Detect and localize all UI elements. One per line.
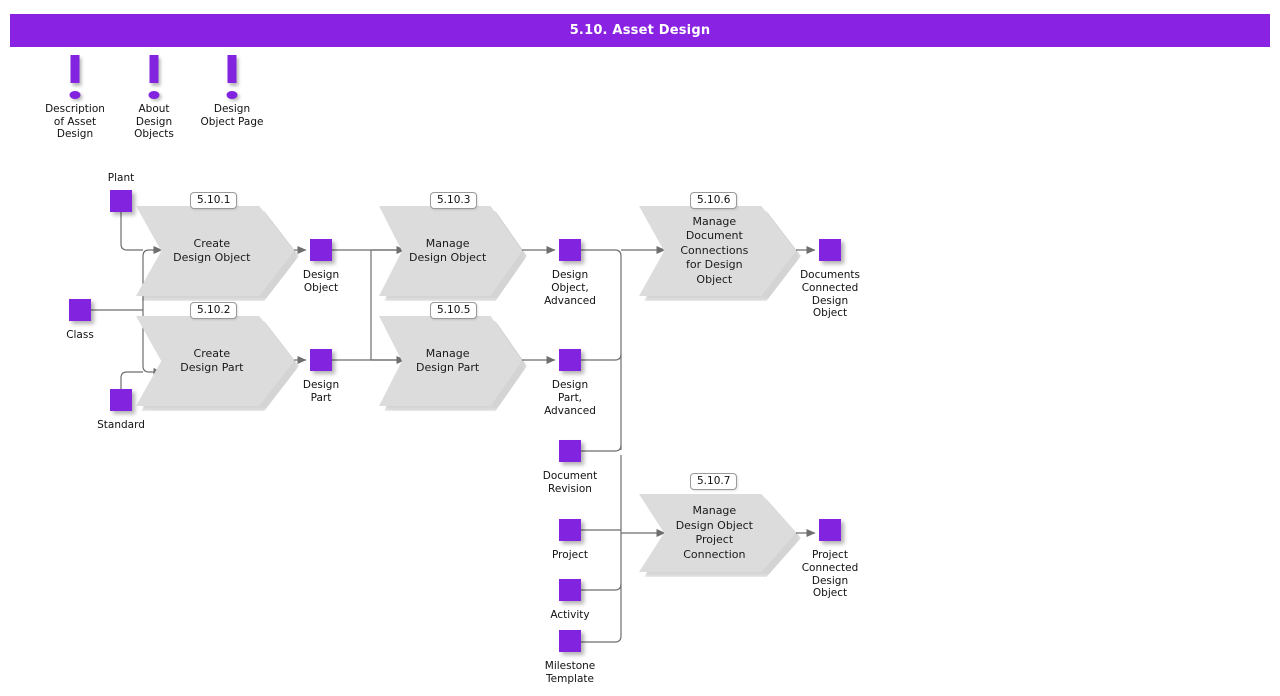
data-object-icon: [69, 299, 91, 321]
object-project-connected-design-object[interactable]: Project Connected Design Object: [802, 519, 858, 599]
process-tag-5-10-3: 5.10.3: [430, 192, 478, 209]
data-object-icon: [559, 579, 581, 601]
object-label: Activity: [550, 609, 590, 621]
object-design-part-advanced[interactable]: Design Part, Advanced: [544, 349, 596, 417]
object-label: Design Object, Advanced: [544, 269, 596, 307]
object-label: Documents Connected Design Object: [800, 269, 860, 320]
object-plant[interactable]: Plant: [108, 172, 134, 212]
exclamation-icon: [109, 55, 199, 103]
object-standard[interactable]: Standard: [97, 389, 145, 431]
data-object-icon: [559, 630, 581, 652]
process-label: Create Design Part: [180, 346, 244, 375]
process-label: Create Design Object: [173, 236, 251, 265]
object-label: Design Object: [302, 269, 340, 294]
data-object-icon: [559, 440, 581, 462]
process-label: Manage Design Object: [408, 236, 487, 265]
object-activity[interactable]: Activity: [550, 579, 590, 621]
object-label: Design Part: [302, 379, 340, 404]
object-label: Class: [66, 329, 94, 341]
object-project[interactable]: Project: [552, 519, 588, 561]
note-design-object-page[interactable]: Design Object Page: [187, 55, 277, 128]
process-manage-document-connections-for-design-object[interactable]: Manage Document Connections for Design O…: [639, 206, 801, 301]
object-label: Document Revision: [542, 470, 598, 495]
object-label: Project Connected Design Object: [801, 549, 859, 600]
note-label: Description of Asset Design: [45, 103, 105, 140]
exclamation-icon: [187, 55, 277, 103]
data-object-icon: [110, 389, 132, 411]
data-object-icon: [310, 239, 332, 261]
object-label: Plant: [107, 172, 135, 184]
object-milestone-template[interactable]: Milestone Template: [545, 630, 595, 685]
object-design-object-advanced[interactable]: Design Object, Advanced: [544, 239, 596, 307]
data-object-icon: [310, 349, 332, 371]
data-object-icon: [110, 190, 132, 212]
object-document-revision[interactable]: Document Revision: [543, 440, 597, 495]
process-create-design-part[interactable]: Create Design Part: [136, 316, 299, 411]
process-manage-design-object[interactable]: Manage Design Object: [379, 206, 527, 301]
data-object-icon: [819, 239, 841, 261]
note-about-design-objects[interactable]: About Design Objects: [109, 55, 199, 141]
process-manage-design-object-project-connection[interactable]: Manage Design Object Project Connection: [639, 494, 801, 577]
object-label: Project: [552, 549, 588, 561]
process-create-design-object[interactable]: Create Design Object: [136, 206, 299, 301]
data-object-icon: [559, 349, 581, 371]
object-documents-connected-design-object[interactable]: Documents Connected Design Object: [800, 239, 860, 319]
diagram-canvas: 5.10. Asset Design Description of Asset …: [0, 0, 1280, 696]
process-tag-5-10-2: 5.10.2: [190, 302, 238, 319]
process-manage-design-part[interactable]: Manage Design Part: [379, 316, 527, 411]
object-design-object[interactable]: Design Object: [303, 239, 339, 294]
note-label: About Design Objects: [134, 103, 174, 140]
object-label: Standard: [97, 419, 145, 431]
object-label: Design Part, Advanced: [544, 379, 596, 417]
data-object-icon: [559, 239, 581, 261]
exclamation-icon: [30, 55, 120, 103]
process-tag-5-10-7: 5.10.7: [690, 473, 738, 490]
note-description-of-asset-design[interactable]: Description of Asset Design: [30, 55, 120, 141]
process-tag-5-10-1: 5.10.1: [190, 192, 238, 209]
process-tag-5-10-6: 5.10.6: [690, 192, 738, 209]
process-tag-5-10-5: 5.10.5: [430, 302, 478, 319]
page-title: 5.10. Asset Design: [10, 14, 1270, 47]
object-class[interactable]: Class: [66, 299, 94, 341]
data-object-icon: [819, 519, 841, 541]
object-label: Milestone Template: [544, 660, 596, 685]
object-design-part[interactable]: Design Part: [303, 349, 339, 404]
note-label: Design Object Page: [200, 103, 264, 128]
process-label: Manage Design Part: [416, 346, 480, 375]
process-label: Manage Document Connections for Design O…: [680, 214, 749, 286]
process-label: Manage Design Object Project Connection: [675, 504, 753, 561]
data-object-icon: [559, 519, 581, 541]
